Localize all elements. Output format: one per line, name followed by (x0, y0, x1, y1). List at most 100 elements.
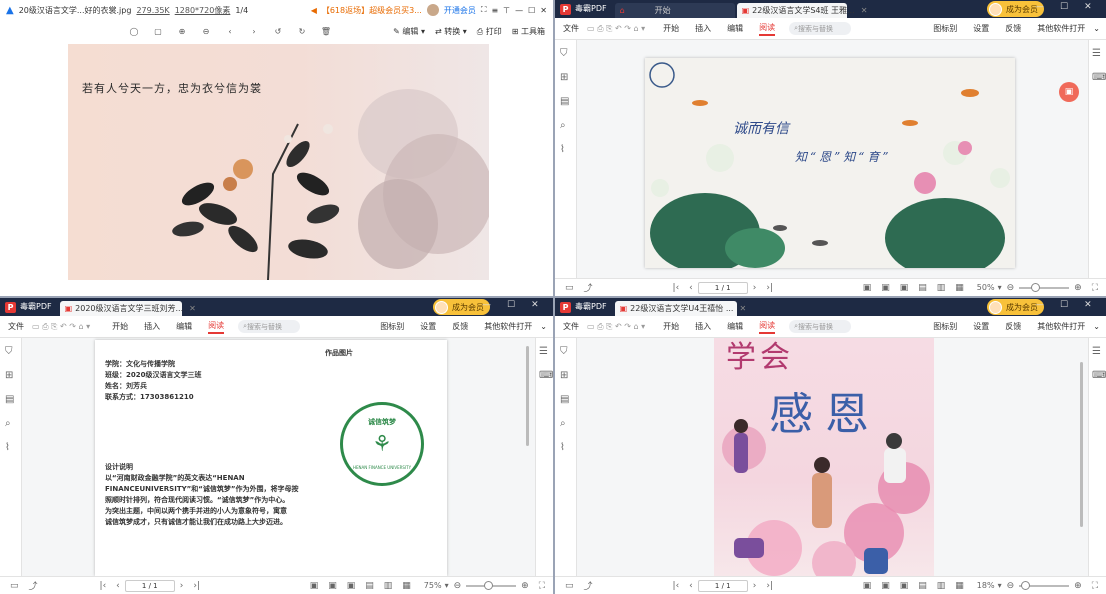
view-mode-icon[interactable]: ▣ (310, 581, 319, 591)
zoom-in-icon[interactable]: ⊕ (170, 27, 194, 36)
close-button[interactable]: ✕ (531, 300, 539, 310)
next-page-icon[interactable]: › (753, 283, 757, 293)
attachment-icon[interactable]: ⌇ (560, 442, 565, 453)
fullscreen-icon[interactable]: ⛶ (1092, 283, 1098, 293)
mouse-icon[interactable]: ◯ (122, 27, 146, 36)
next-icon[interactable]: › (242, 27, 266, 36)
scrollbar[interactable] (526, 346, 529, 446)
zoom-out-icon[interactable]: ⊖ (194, 27, 218, 36)
page-view-icon[interactable]: ▭ (565, 283, 574, 293)
view-mode-icon[interactable]: ▣ (328, 581, 337, 591)
view-mode-icon[interactable]: ▣ (900, 283, 909, 293)
view-mode-icon[interactable]: ▥ (937, 283, 946, 293)
translate-icon[interactable]: ⌨ (1092, 370, 1106, 381)
tab-document[interactable]: ▣ 2020级汉语言文学三班刘芳... ✕ (59, 301, 196, 316)
search-icon[interactable]: ⌕ (560, 120, 566, 131)
export-icon[interactable]: ⤴ (584, 281, 593, 294)
page-view-icon[interactable]: ▭ (565, 581, 574, 591)
close-tab-icon[interactable]: ✕ (861, 6, 868, 15)
pin-icon[interactable]: ⊤ (503, 6, 510, 15)
bookmark-icon[interactable]: ⛉ (5, 346, 13, 357)
edit-button[interactable]: ✎ 编辑 ▾ (393, 26, 425, 37)
zoom-slider[interactable] (1019, 580, 1070, 590)
attachment-icon[interactable]: ⌇ (560, 144, 565, 155)
chevron-down-icon[interactable]: ▾ (998, 283, 1002, 292)
comment-icon[interactable]: ▤ (5, 394, 14, 405)
first-page-icon[interactable]: |‹ (100, 581, 107, 591)
translate-icon[interactable]: ⌨ (539, 370, 553, 381)
chevron-down-icon[interactable]: ⌄ (540, 322, 547, 331)
view-mode-icon[interactable]: ▥ (384, 581, 393, 591)
zoom-value[interactable]: 75% (424, 581, 442, 590)
chevron-down-icon[interactable]: ▾ (998, 581, 1002, 590)
menu-open-with[interactable]: 其他软件打开 (484, 321, 532, 332)
search-input[interactable]: ⌕ 搜索与替换 (789, 320, 852, 333)
menu-start[interactable]: 开始 (112, 321, 128, 332)
comment-icon[interactable]: ▤ (560, 394, 569, 405)
first-page-icon[interactable]: |‹ (673, 283, 680, 293)
properties-icon[interactable]: ☰ (1092, 48, 1101, 59)
view-mode-icon[interactable]: ▤ (365, 581, 374, 591)
fullscreen-icon[interactable]: ⛶ (481, 5, 487, 15)
export-icon[interactable]: ⤴ (29, 579, 38, 592)
search-icon[interactable]: ⌕ (560, 418, 566, 429)
menu-start[interactable]: 开始 (663, 321, 679, 332)
search-input[interactable]: ⌕ 搜索与替换 (238, 320, 301, 333)
menu-settings[interactable]: 设置 (973, 321, 989, 332)
menu-open-with[interactable]: 其他软件打开 (1037, 321, 1085, 332)
fullscreen-icon[interactable]: ⛶ (1092, 581, 1098, 591)
zoom-out-icon[interactable]: ⊖ (1007, 581, 1015, 591)
menu-settings[interactable]: 设置 (420, 321, 436, 332)
prev-page-icon[interactable]: ‹ (689, 581, 693, 591)
rotate-right-icon[interactable]: ↻ (290, 27, 314, 36)
zoom-in-icon[interactable]: ⊕ (1074, 283, 1082, 293)
zoom-slider-handle[interactable] (1021, 580, 1031, 590)
page-input[interactable]: 1 / 1 (697, 281, 748, 294)
page-input[interactable]: 1 / 1 (124, 579, 175, 592)
properties-icon[interactable]: ☰ (539, 346, 548, 357)
close-button[interactable]: ✕ (1084, 2, 1092, 12)
maximize-button[interactable]: ☐ (1060, 300, 1068, 310)
menu-open-with[interactable]: 其他软件打开 (1037, 23, 1085, 34)
zoom-value[interactable]: 18% (977, 581, 995, 590)
float-action-button[interactable]: ▣ (1059, 82, 1079, 102)
minimize-button[interactable]: — (1035, 300, 1044, 310)
view-mode-icon[interactable]: ▦ (955, 283, 964, 293)
bookmark-icon[interactable]: ⛉ (560, 346, 568, 357)
thumbnail-icon[interactable]: ⊞ (560, 370, 568, 381)
export-icon[interactable]: ⤴ (584, 579, 593, 592)
scrollbar[interactable] (1080, 362, 1083, 527)
tab-document[interactable]: ▣ 22级汉语言文学S4班 王雅... ✕ (736, 3, 867, 18)
translate-icon[interactable]: ⌨ (1092, 72, 1106, 83)
search-icon[interactable]: ⌕ (5, 418, 11, 429)
zoom-in-icon[interactable]: ⊕ (1074, 581, 1082, 591)
zoom-slider-handle[interactable] (484, 580, 494, 590)
zoom-in-icon[interactable]: ⊕ (521, 581, 529, 591)
zoom-slider[interactable] (1019, 282, 1070, 292)
close-tab-icon[interactable]: ✕ (739, 304, 746, 313)
next-page-icon[interactable]: › (753, 581, 757, 591)
zoom-slider[interactable] (466, 580, 517, 590)
search-input[interactable]: ⌕ 搜索与替换 (789, 22, 852, 35)
view-mode-icon[interactable]: ▤ (918, 283, 927, 293)
first-page-icon[interactable]: |‹ (673, 581, 680, 591)
avatar[interactable] (426, 4, 439, 16)
last-page-icon[interactable]: ›| (193, 581, 200, 591)
last-page-icon[interactable]: ›| (766, 283, 773, 293)
view-mode-icon[interactable]: ▣ (881, 283, 890, 293)
bookmark-icon[interactable]: ⛉ (560, 48, 568, 59)
menu-file[interactable]: 文件 (563, 321, 579, 332)
menu-start[interactable]: 开始 (663, 23, 679, 34)
attachment-icon[interactable]: ⌇ (5, 442, 10, 453)
menu-file[interactable]: 文件 (563, 23, 579, 34)
page-input[interactable]: 1 / 1 (697, 579, 748, 592)
next-page-icon[interactable]: › (180, 581, 184, 591)
menu-read[interactable]: 阅读 (208, 320, 225, 334)
rotate-left-icon[interactable]: ↺ (266, 27, 290, 36)
page-view-icon[interactable]: ▭ (10, 581, 19, 591)
menu-feedback[interactable]: 反馈 (1005, 321, 1021, 332)
file-size[interactable]: 279.35K (136, 6, 169, 15)
view-mode-icon[interactable]: ▣ (881, 581, 890, 591)
menu-feedback[interactable]: 反馈 (1005, 23, 1021, 34)
maximize-button[interactable]: ☐ (507, 300, 515, 310)
